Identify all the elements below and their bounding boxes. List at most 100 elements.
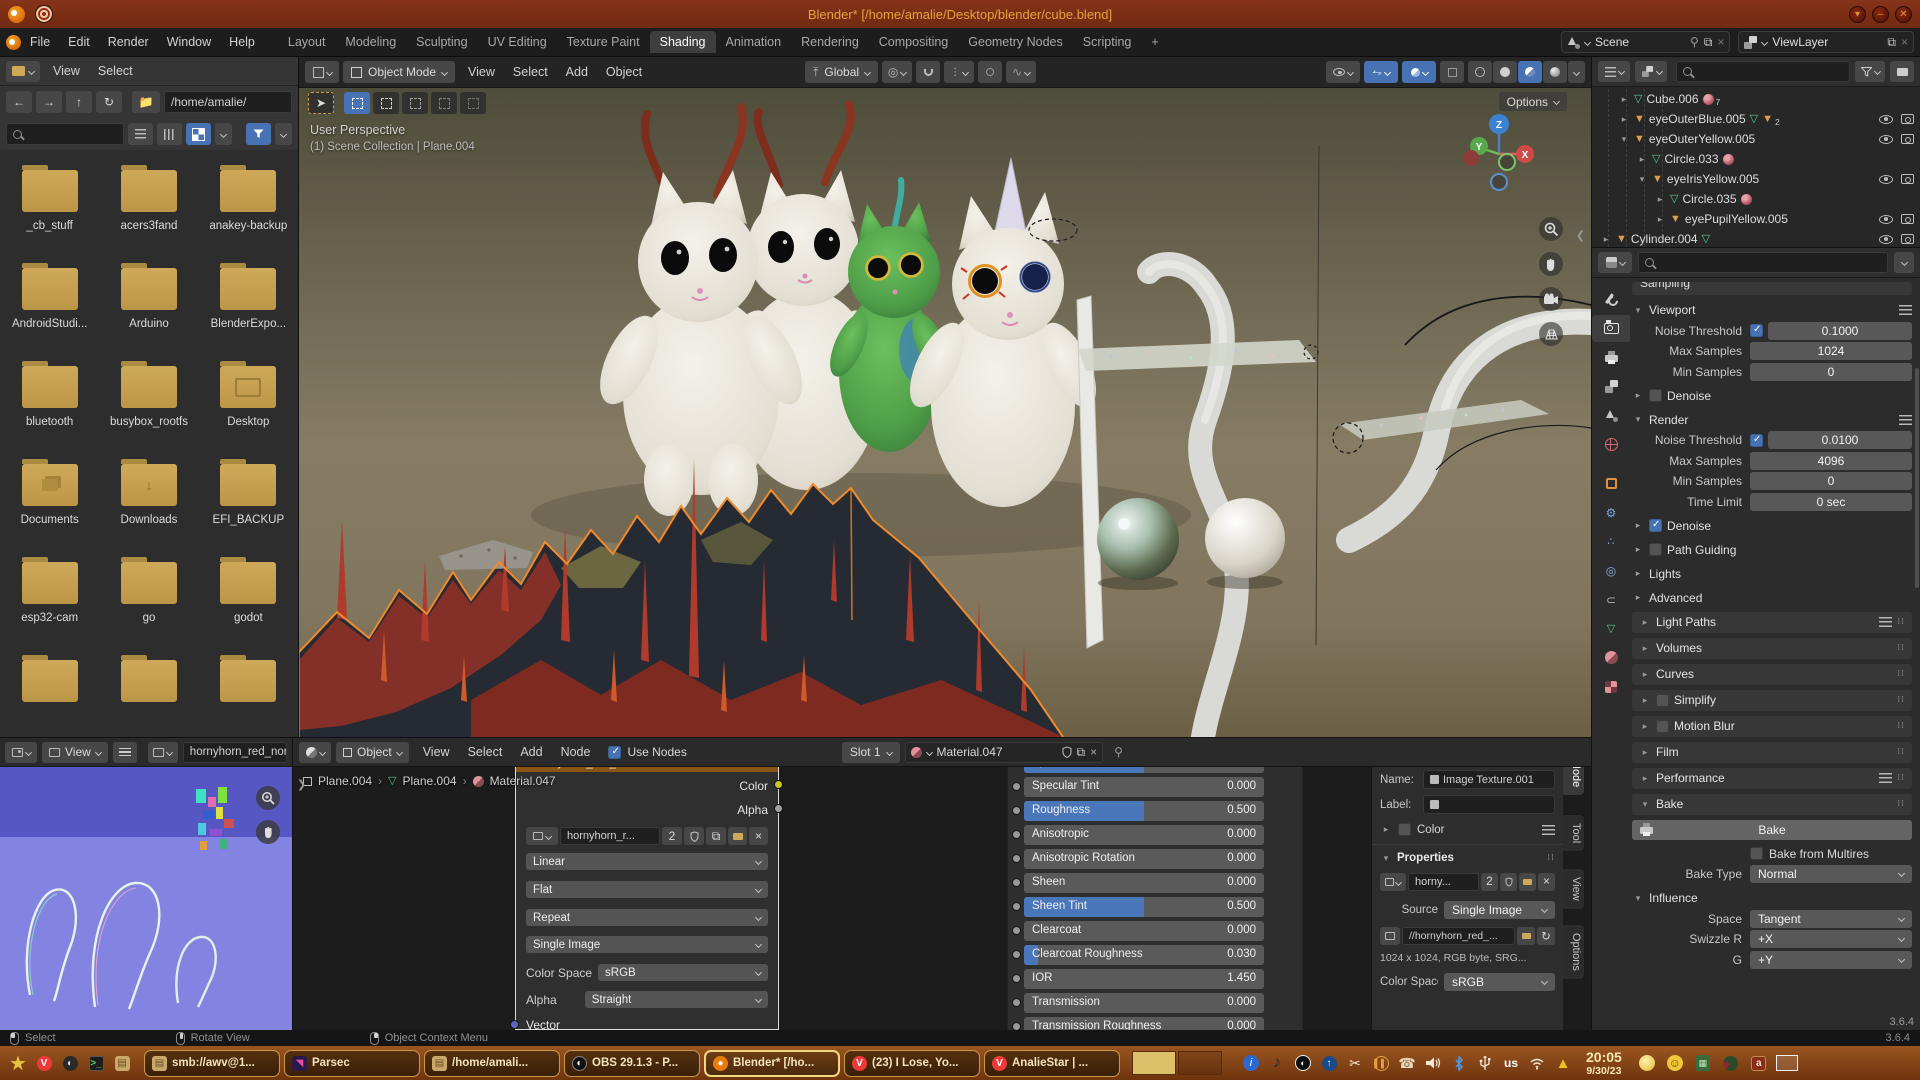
bsdf-input-socket[interactable] <box>1012 878 1021 887</box>
tab-layout[interactable]: Layout <box>278 31 336 53</box>
bsdf-input-socket[interactable] <box>1012 806 1021 815</box>
properties-options-dropdown[interactable] <box>1894 252 1914 273</box>
tab-animation[interactable]: Animation <box>716 31 792 53</box>
filter-button[interactable] <box>246 123 271 145</box>
xray-toggle[interactable] <box>1440 61 1464 83</box>
bsdf-input-socket[interactable] <box>1012 902 1021 911</box>
panel-simplify[interactable]: ▸Simplify⁞⁞ <box>1632 690 1912 711</box>
subpanel-lights[interactable]: ▸Lights <box>1632 565 1912 583</box>
scissors-tray-icon[interactable]: ✂ <box>1344 1051 1366 1075</box>
folder-item[interactable] <box>202 652 294 737</box>
properties-scrollbar[interactable] <box>1915 368 1919 588</box>
outliner-filter-mode[interactable] <box>1635 61 1667 82</box>
vertical-list-button[interactable] <box>128 123 153 145</box>
thumbnail-view-button[interactable] <box>186 123 211 145</box>
browse-file-button[interactable] <box>1517 927 1535 945</box>
select-subtract-tool[interactable] <box>402 92 428 114</box>
subpanel-render[interactable]: ▾Render <box>1632 411 1912 429</box>
unlink-image-button[interactable]: × <box>749 827 768 845</box>
image-filepath-field[interactable]: //hornyhorn_red_... <box>1402 927 1515 945</box>
bsdf-input-socket[interactable] <box>1012 974 1021 983</box>
bsdf-input-socket[interactable] <box>1012 998 1021 1007</box>
material-selector[interactable]: Material.047 ⧉ × <box>905 742 1104 763</box>
tab-geometry-nodes[interactable]: Geometry Nodes <box>958 31 1072 53</box>
properties-tab-constraints[interactable]: ⊂ <box>1592 586 1630 613</box>
node-name-field[interactable]: Image Texture.001 <box>1423 770 1555 789</box>
properties-editor-type[interactable] <box>1598 252 1632 273</box>
scene-selector[interactable]: Scene ⚲ ⧉ × <box>1561 31 1730 53</box>
mode-dropdown[interactable]: Object Mode <box>343 61 455 83</box>
tab-scripting[interactable]: Scripting <box>1073 31 1142 53</box>
properties-tab-tool[interactable] <box>1592 286 1630 313</box>
phone-tray-icon[interactable]: ☎ <box>1396 1051 1418 1075</box>
color-space-dropdown[interactable]: sRGB <box>598 964 768 981</box>
bsdf-slider-roughness[interactable]: Roughness0.500 <box>1024 801 1264 821</box>
select-difference-tool[interactable] <box>460 92 486 114</box>
hide-viewport-icon[interactable] <box>1879 115 1893 124</box>
grid-view-icon[interactable] <box>1539 322 1563 346</box>
outliner-display-mode[interactable] <box>1598 61 1630 82</box>
bsdf-input-socket[interactable] <box>1012 1022 1021 1030</box>
bsdf-input-socket[interactable] <box>1012 782 1021 791</box>
folder-item[interactable]: anakey-backup <box>202 162 294 260</box>
tab-view[interactable]: View <box>1563 868 1585 910</box>
disable-render-icon[interactable] <box>1901 214 1914 224</box>
file-browser-display-menu[interactable] <box>6 61 40 82</box>
pivot-point-dropdown[interactable]: ◎ <box>882 61 912 83</box>
new-scene-button[interactable]: ⧉ <box>1704 35 1713 50</box>
plant-tray-icon[interactable] <box>1720 1051 1742 1075</box>
viewport-menu-select[interactable]: Select <box>504 62 557 82</box>
image-name-field[interactable]: hornyhorn_red_norm... <box>183 742 287 763</box>
panel-performance[interactable]: ▸Performance⁞⁞ <box>1632 768 1912 789</box>
shader-type-dropdown[interactable]: Object <box>336 742 409 763</box>
bsdf-slider-sheen[interactable]: Sheen0.000 <box>1024 873 1264 893</box>
camera-view-icon[interactable] <box>1539 287 1563 311</box>
editor-type-button[interactable] <box>305 61 339 83</box>
taskbar-window-parsec[interactable]: ◥Parsec <box>284 1050 420 1077</box>
active-tool-button[interactable]: ➤ <box>308 92 334 114</box>
shader-menu-node[interactable]: Node <box>552 742 600 762</box>
panel-motion-blur[interactable]: ▸Motion Blur⁞⁞ <box>1632 716 1912 737</box>
taskbar-window-23-i-lose-yo[interactable]: V(23) I Lose, Yo... <box>844 1050 980 1077</box>
properties-tab-physics[interactable]: ◎ <box>1592 557 1630 584</box>
up-button[interactable]: ↑ <box>66 91 92 113</box>
properties-tab-particles[interactable]: ∴ <box>1592 528 1630 555</box>
outliner-row[interactable]: ▸▼Cylinder.004▽ <box>1592 229 1920 247</box>
refresh-button[interactable]: ↻ <box>96 91 122 113</box>
tab-texture-paint[interactable]: Texture Paint <box>557 31 650 53</box>
taskbar-window-home-amali[interactable]: ▤/home/amali... <box>424 1050 560 1077</box>
hide-viewport-icon[interactable] <box>1879 235 1893 244</box>
obs-tray-icon[interactable]: ◐ <box>1292 1051 1314 1075</box>
outliner-row[interactable]: ▸▼eyePupilYellow.005 <box>1592 209 1920 229</box>
menu-render[interactable]: Render <box>99 32 158 52</box>
hide-viewport-icon[interactable] <box>1879 135 1893 144</box>
outliner-row[interactable]: ▸▽Circle.035 <box>1592 189 1920 209</box>
fake-user-shield-icon[interactable] <box>684 827 704 845</box>
viewport-menu-object[interactable]: Object <box>597 62 651 82</box>
menu-file[interactable]: File <box>21 32 59 52</box>
proportional-editing-toggle[interactable] <box>978 61 1002 83</box>
properties-tab-data[interactable]: ▽ <box>1592 615 1630 642</box>
forward-button[interactable]: → <box>36 91 62 113</box>
folder-item[interactable]: busybox_rootfs <box>103 358 195 456</box>
bsdf-slider-sheen-tint[interactable]: Sheen Tint0.500 <box>1024 897 1264 917</box>
window-menu-button[interactable]: ▾ <box>1849 6 1866 23</box>
image-editor-type-button[interactable] <box>5 742 37 763</box>
subpanel-viewport[interactable]: ▾Viewport <box>1632 301 1912 319</box>
sidebar-image-name[interactable]: horny... <box>1408 873 1479 891</box>
subpanel-denoise[interactable]: ▸Denoise <box>1632 517 1912 535</box>
shading-wireframe-button[interactable] <box>1468 61 1492 83</box>
folder-item[interactable]: bluetooth <box>4 358 96 456</box>
taskbar-window-smb-awv-1[interactable]: ▤smb://awv@1... <box>144 1050 280 1077</box>
bsdf-slider-specular-tint[interactable]: Specular Tint0.000 <box>1024 777 1264 797</box>
source-dropdown[interactable]: Single Image <box>526 936 768 953</box>
tab-options[interactable]: Options <box>1563 924 1585 980</box>
volume-tray-icon[interactable] <box>1422 1051 1444 1075</box>
subpanel-advanced[interactable]: ▸Advanced <box>1632 589 1912 607</box>
unlink-scene-button[interactable]: × <box>1717 35 1724 49</box>
bsdf-slider-transmission[interactable]: Transmission0.000 <box>1024 993 1264 1013</box>
music-tray-icon[interactable]: ♪ <box>1266 1051 1288 1075</box>
workspace-pager[interactable] <box>1132 1051 1222 1075</box>
properties-tab-render[interactable] <box>1592 315 1630 342</box>
tab-uv-editing[interactable]: UV Editing <box>478 31 557 53</box>
